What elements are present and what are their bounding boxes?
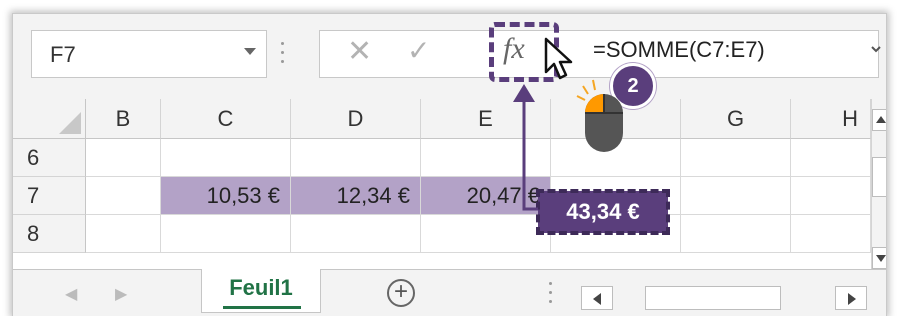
formula-text[interactable]: =SOMME(C7:E7) <box>593 37 765 63</box>
select-all-corner[interactable] <box>13 99 86 139</box>
horizontal-scroll-thumb[interactable] <box>645 286 781 310</box>
cell-d6[interactable] <box>291 139 421 177</box>
cell-h6[interactable] <box>791 139 871 177</box>
cell-c8[interactable] <box>161 215 291 253</box>
tab-split-grip[interactable] <box>549 282 553 309</box>
add-sheet-button[interactable]: + <box>387 279 415 307</box>
cell-g6[interactable] <box>681 139 791 177</box>
excel-window: F7 ✕ ✓ fx =SOMME(C7:E7) B C D E F G H 6 … <box>12 13 887 316</box>
sheet-nav-prev[interactable]: ◀ <box>65 284 77 304</box>
column-header-e[interactable]: E <box>421 99 551 139</box>
column-header-c[interactable]: C <box>161 99 291 139</box>
scroll-thumb[interactable] <box>872 157 886 197</box>
cell-d7[interactable]: 12,34 € <box>291 177 421 215</box>
active-cell-f7[interactable]: 43,34 € <box>536 189 670 235</box>
worksheet-grid: B C D E F G H 6 7 8 10,53 € 12,34 € 20,4… <box>13 99 886 269</box>
enter-icon[interactable]: ✓ <box>407 37 430 65</box>
cell-c6[interactable] <box>161 139 291 177</box>
column-header-d[interactable]: D <box>291 99 421 139</box>
row-header-7[interactable]: 7 <box>13 177 86 215</box>
grip-handle[interactable] <box>281 42 285 64</box>
cell-e7[interactable]: 20,47 € <box>421 177 551 215</box>
cell-e6[interactable] <box>421 139 551 177</box>
vertical-scrollbar[interactable] <box>871 99 886 269</box>
cell-b7[interactable] <box>86 177 161 215</box>
name-box-value: F7 <box>50 42 76 67</box>
mouse-icon <box>576 79 623 152</box>
column-header-b[interactable]: B <box>86 99 161 139</box>
cell-b6[interactable] <box>86 139 161 177</box>
scroll-left-button[interactable] <box>581 286 613 310</box>
cell-c7[interactable]: 10,53 € <box>161 177 291 215</box>
sheet-nav-next[interactable]: ▶ <box>115 284 127 304</box>
scroll-up-button[interactable] <box>872 109 886 131</box>
column-header-g[interactable]: G <box>681 99 791 139</box>
row-header-8[interactable]: 8 <box>13 215 86 253</box>
cell-h8[interactable] <box>791 215 871 253</box>
name-box[interactable]: F7 <box>31 30 267 78</box>
column-header-h[interactable]: H <box>791 99 871 139</box>
chevron-down-icon[interactable] <box>244 48 256 55</box>
cell-b8[interactable] <box>86 215 161 253</box>
cell-g7[interactable] <box>681 177 791 215</box>
active-tab-underline <box>223 306 301 309</box>
row-header-6[interactable]: 6 <box>13 139 86 177</box>
cell-d8[interactable] <box>291 215 421 253</box>
cell-h7[interactable] <box>791 177 871 215</box>
cell-g8[interactable] <box>681 215 791 253</box>
scroll-right-button[interactable] <box>835 286 867 310</box>
cancel-icon[interactable]: ✕ <box>347 37 372 67</box>
cell-e8[interactable] <box>421 215 551 253</box>
formula-expand-icon[interactable] <box>871 44 881 54</box>
scroll-down-button[interactable] <box>872 247 886 269</box>
sheet-tab-bar: ◀ ▶ Feuil1 + <box>13 269 886 316</box>
formula-bar: F7 ✕ ✓ fx =SOMME(C7:E7) <box>13 14 886 99</box>
